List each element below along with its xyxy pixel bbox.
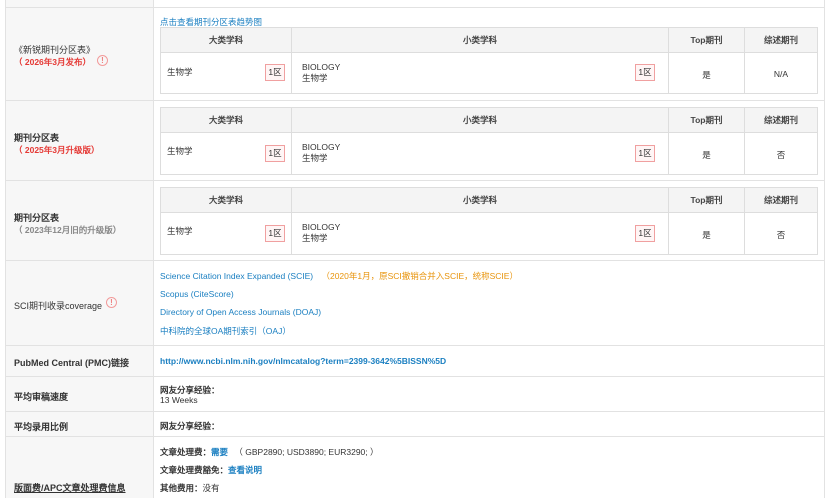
coverage-item-scopus[interactable]: Scopus (CiteScore) xyxy=(160,289,234,299)
apc-row: 版面费/APC文章处理费信息 文章处理费：需要 （ GBP2890; USD38… xyxy=(5,436,825,498)
review-speed-row: 平均审稿速度 网友分享经验： 13 Weeks xyxy=(5,376,825,411)
apc-label: 版面费/APC文章处理费信息 xyxy=(14,483,126,493)
coverage-item-scie-text[interactable]: Science Citation Index Expanded (SCIE) xyxy=(160,271,313,281)
apc-other-line: 其他费用：没有 xyxy=(160,482,220,494)
review-journal-value: 否 xyxy=(776,150,786,160)
partition-table: 大类学科 小类学科 Top期刊 综述期刊 生物学 1区 BIOLOGY 生物学 … xyxy=(160,187,818,255)
review-journal-value: 否 xyxy=(776,230,786,240)
major-subject: 生物学 xyxy=(167,67,193,77)
apc-other-label: 其他费用： xyxy=(160,483,203,493)
header-review: 综述期刊 xyxy=(763,35,798,45)
coverage-item-doaj[interactable]: Directory of Open Access Journals (DOAJ) xyxy=(160,307,321,317)
coverage-label: SCI期刊收录coverage xyxy=(14,301,103,311)
review-speed-value: 13 Weeks xyxy=(160,395,198,405)
header-top: Top期刊 xyxy=(669,188,745,213)
minor-subject-cn: 生物学 xyxy=(302,233,328,243)
header-major: 大类学科 xyxy=(161,188,292,213)
acceptance-row: 平均录用比例 网友分享经验： xyxy=(5,411,825,436)
partition-row-2: 期刊分区表 （ 2025年3月升级版） 大类学科 小类学科 Top期刊 综述期刊… xyxy=(5,100,825,180)
minor-zone-badge: 1区 xyxy=(635,64,655,81)
acceptance-heading: 网友分享经验： xyxy=(160,421,220,431)
apc-waiver-line: 文章处理费豁免：查看说明 xyxy=(160,464,262,476)
apc-waiver-label: 文章处理费豁免： xyxy=(160,465,229,475)
partition-subtitle: （ 2023年12月旧的升级版） xyxy=(14,225,122,235)
header-top: Top期刊 xyxy=(669,28,745,53)
top-journal-value: 是 xyxy=(702,70,711,80)
apc-fee-detail: （ GBP2890; USD3890; EUR3290; ） xyxy=(234,447,379,457)
info-icon[interactable]: ! xyxy=(97,55,108,66)
pmc-row: PubMed Central (PMC)链接 http://www.ncbi.n… xyxy=(5,345,825,376)
partition-table: 大类学科 小类学科 Top期刊 综述期刊 生物学 1区 BIOLOGY 生物学 … xyxy=(160,107,818,175)
review-speed-label: 平均审稿速度 xyxy=(14,392,69,402)
header-review: 综述期刊 xyxy=(763,115,798,125)
minor-subject-en: BIOLOGY xyxy=(302,62,341,72)
partition-row-3: 期刊分区表 （ 2023年12月旧的升级版） 大类学科 小类学科 Top期刊 综… xyxy=(5,180,825,260)
partition-title: 《新锐期刊分区表》 xyxy=(14,45,96,55)
coverage-item-scie[interactable]: Science Citation Index Expanded (SCIE) （… xyxy=(160,270,518,282)
partition-title: 期刊分区表 xyxy=(14,213,60,223)
coverage-item-oaj[interactable]: 中科院的全球OA期刊索引（OAJ） xyxy=(160,325,291,337)
partition-subtitle: （ 2025年3月升级版） xyxy=(14,145,100,155)
partition-table: 大类学科 小类学科 Top期刊 综述期刊 生物学 1区 BIOLOGY 生物学 … xyxy=(160,27,818,94)
partition-subtitle: （ 2026年3月发布） xyxy=(14,57,91,67)
major-zone-badge: 1区 xyxy=(265,64,285,81)
apc-waiver-link[interactable]: 查看说明 xyxy=(228,465,262,475)
minor-subject-cn: 生物学 xyxy=(302,73,328,83)
header-minor: 小类学科 xyxy=(292,28,669,53)
apc-fee-link[interactable]: 需要 xyxy=(211,447,228,457)
header-minor: 小类学科 xyxy=(292,108,669,133)
coverage-scie-note: （2020年1月，原SCI撤销合并入SCIE，统称SCIE） xyxy=(321,271,518,281)
header-major: 大类学科 xyxy=(161,28,292,53)
top-journal-value: 是 xyxy=(702,150,711,160)
apc-fee-label: 文章处理费： xyxy=(160,447,212,457)
major-zone-badge: 1区 xyxy=(265,145,285,162)
acceptance-label: 平均录用比例 xyxy=(14,422,69,432)
minor-zone-badge: 1区 xyxy=(635,145,655,162)
coverage-row: SCI期刊收录coverage ! Science Citation Index… xyxy=(5,260,825,345)
minor-zone-badge: 1区 xyxy=(635,225,655,242)
header-major: 大类学科 xyxy=(161,108,292,133)
pmc-label: PubMed Central (PMC)链接 xyxy=(14,358,130,368)
minor-subject-cn: 生物学 xyxy=(302,153,328,163)
apc-other-value: 没有 xyxy=(202,483,220,493)
partition-row-1: 《新锐期刊分区表》 （ 2026年3月发布） ! 点击查看期刊分区表趋势图 大类… xyxy=(5,7,825,100)
header-review: 综述期刊 xyxy=(763,195,798,205)
apc-fee-line: 文章处理费：需要 （ GBP2890; USD3890; EUR3290; ） xyxy=(160,446,379,458)
major-subject: 生物学 xyxy=(167,146,193,156)
major-zone-badge: 1区 xyxy=(265,225,285,242)
header-minor: 小类学科 xyxy=(292,188,669,213)
pmc-link[interactable]: http://www.ncbi.nlm.nih.gov/nlmcatalog?t… xyxy=(160,356,446,366)
review-journal-value: N/A xyxy=(773,69,789,79)
header-top: Top期刊 xyxy=(669,108,745,133)
partition-title: 期刊分区表 xyxy=(14,133,60,143)
major-subject: 生物学 xyxy=(167,226,193,236)
minor-subject-en: BIOLOGY xyxy=(302,142,341,152)
minor-subject-en: BIOLOGY xyxy=(302,222,341,232)
info-icon[interactable]: ! xyxy=(106,297,117,308)
top-journal-value: 是 xyxy=(702,230,711,240)
